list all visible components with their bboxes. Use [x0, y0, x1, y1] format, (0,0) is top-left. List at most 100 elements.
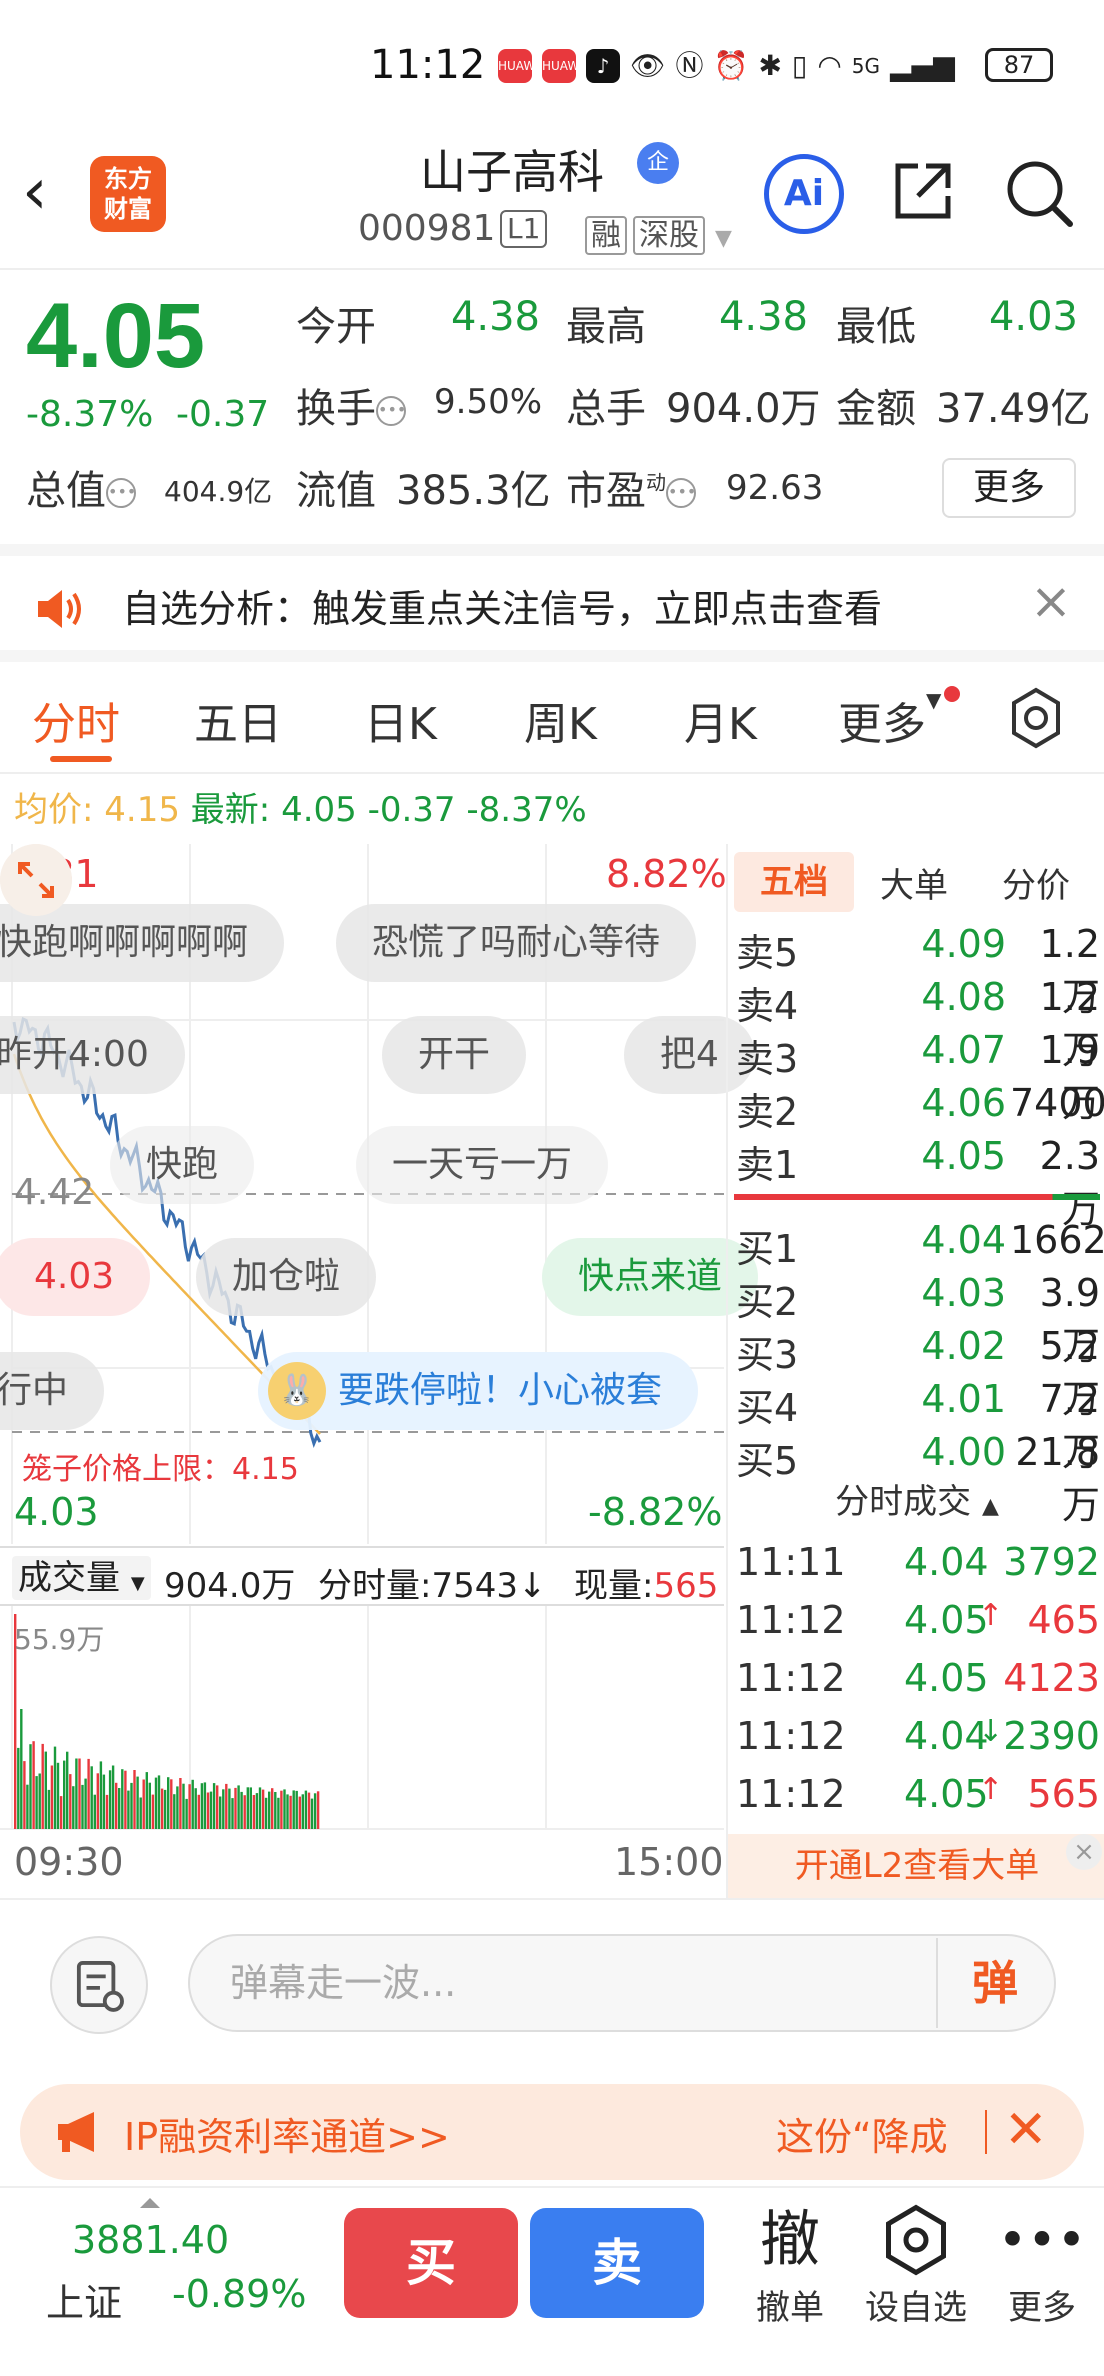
volume-bar: [316, 1791, 320, 1829]
tab-more[interactable]: 更多▼: [838, 688, 941, 752]
close-icon[interactable]: ×: [1066, 1834, 1102, 1870]
sell-button[interactable]: 卖: [530, 2208, 704, 2318]
share-icon[interactable]: [890, 158, 956, 224]
ask-row[interactable]: 卖4 4.08 1.2万: [728, 971, 1104, 1072]
trade-row: 11:11 4.04 3792: [728, 1534, 1104, 1588]
bottom-more-button[interactable]: ••• 更多: [982, 2200, 1102, 2329]
avg-value: 4.15: [104, 790, 180, 830]
bid-row[interactable]: 买2 4.03 3.9万: [728, 1267, 1104, 1368]
close-icon[interactable]: ✕: [1004, 2098, 1048, 2162]
tab-price-dist[interactable]: 分价: [1002, 858, 1070, 907]
open-label: 今开: [296, 304, 376, 350]
danmu-bubble[interactable]: 恐慌了吗耐心等待: [336, 904, 697, 982]
trade-row: 11:12 4.05 4123: [728, 1650, 1104, 1704]
tab-five-day[interactable]: 五日: [194, 688, 282, 752]
bid-volume: 1662: [1010, 1218, 1104, 1262]
latest-value: 4.05: [281, 790, 357, 830]
ask-row[interactable]: 卖5 4.09 1.2万: [728, 918, 1104, 1019]
info-icon: •••: [106, 478, 136, 508]
time-axis-end: 15:00: [614, 1840, 724, 1884]
app-logo[interactable]: 东方 财富: [90, 156, 166, 232]
alert-banner[interactable]: 自选分析：触发重点关注信号，立即点击查看 ×: [0, 544, 1104, 662]
current-volume-value: 565: [653, 1566, 719, 1606]
cancel-order-icon: 撤: [760, 2205, 820, 2275]
cancel-order-button[interactable]: 撤 撤单: [730, 2200, 850, 2329]
bid-row[interactable]: 买4 4.01 7.2万: [728, 1373, 1104, 1474]
trade-price: 4.05: [904, 1598, 989, 1642]
l2-upgrade-banner[interactable]: 开通L2查看大单 ×: [728, 1834, 1104, 1898]
stock-tags[interactable]: 融深股 ▼: [585, 210, 742, 255]
intraday-chart[interactable]: 4.81 8.82% 4.42 快跑啊啊啊啊啊 恐慌了吗耐心等待 昨开4:00 …: [0, 844, 759, 1898]
ask-row[interactable]: 卖1 4.05 2.3万: [728, 1130, 1104, 1231]
low-value: 4.03: [988, 294, 1078, 340]
volume-bar: [35, 1776, 38, 1829]
bid-row[interactable]: 买5 4.00 21.8万: [728, 1426, 1104, 1527]
volume-bar: [47, 1789, 51, 1829]
buy-button[interactable]: 买: [344, 2208, 518, 2318]
tab-weekly-k[interactable]: 周K: [524, 688, 597, 752]
market-cap-label[interactable]: 总值 •••: [26, 458, 136, 516]
danmu-bubble[interactable]: 快跑: [110, 1126, 255, 1204]
turnover-label[interactable]: 换手 •••: [296, 376, 406, 434]
trade-volume: 565: [1027, 1772, 1100, 1816]
quote-panel: 4.05 -8.37% -0.37 今开 4.38 最高 4.38 最低 4.0…: [0, 272, 1104, 542]
volume-bar: [53, 1746, 57, 1829]
danmu-bubble[interactable]: 4.03: [0, 1238, 151, 1316]
danmu-send-button[interactable]: 弹: [936, 1938, 1052, 2028]
pe-label[interactable]: 市盈动 •••: [566, 458, 696, 516]
danmu-list-icon[interactable]: [50, 1936, 148, 2034]
bid-row[interactable]: 买1 4.04 1662: [728, 1214, 1104, 1271]
stock-header: ‹ 东方 财富 山子高科 企 000981 L1 融深股 ▼ Ai: [0, 130, 1104, 270]
index-value[interactable]: 3881.40: [72, 2218, 229, 2262]
danmu-bubble-featured[interactable]: 🐰 要跌停啦！小心被套: [258, 1352, 699, 1430]
trade-row: 11:12 4.05 ↑ 465: [728, 1592, 1104, 1646]
search-icon[interactable]: [1002, 156, 1076, 230]
stock-name[interactable]: 山子高科: [420, 136, 604, 202]
danmu-bubble[interactable]: 一天亏一万: [356, 1126, 609, 1204]
gear-icon[interactable]: [1004, 686, 1068, 750]
tab-indicator: [50, 756, 112, 762]
volume-bar: [246, 1787, 249, 1829]
add-watchlist-button[interactable]: 设自选: [856, 2200, 976, 2329]
ask-price: 4.09: [921, 922, 1006, 966]
volume-indicator-select[interactable]: 成交量 ▼: [12, 1556, 151, 1600]
volume-bar: [90, 1766, 93, 1829]
promo-banner[interactable]: IP融资利率通道>> 这份“降成 ✕: [20, 2084, 1084, 2180]
bid-label: 买1: [736, 1227, 799, 1271]
volume-bar: [44, 1751, 47, 1829]
tab-big-orders[interactable]: 大单: [880, 858, 948, 907]
tab-monthly-k[interactable]: 月K: [684, 688, 757, 752]
enterprise-badge: 企: [637, 142, 679, 184]
ask-price: 4.08: [921, 975, 1006, 1019]
quote-more-button[interactable]: 更多: [942, 458, 1076, 518]
volume-bar: [157, 1775, 161, 1829]
back-icon[interactable]: ‹: [22, 160, 48, 224]
danmu-input[interactable]: 弹幕走一波...: [188, 1934, 1056, 2032]
ask-row[interactable]: 卖3 4.07 1.9万: [728, 1024, 1104, 1125]
expand-icon[interactable]: [0, 844, 72, 916]
danmu-bubble[interactable]: 行中: [0, 1352, 105, 1430]
tab-five-levels[interactable]: 五档: [734, 852, 854, 912]
ask-row[interactable]: 卖2 4.06 7400: [728, 1077, 1104, 1134]
trades-header[interactable]: 分时成交 ▲: [728, 1474, 1104, 1523]
danmu-bubble[interactable]: 开干: [382, 1016, 527, 1094]
volume-bar: [264, 1797, 268, 1829]
volume-bar: [105, 1794, 109, 1829]
bid-row[interactable]: 买3 4.02 5.2万: [728, 1320, 1104, 1421]
ai-assistant-button[interactable]: Ai: [764, 154, 844, 234]
index-name[interactable]: 上证: [46, 2272, 122, 2327]
index-change: -0.89%: [172, 2272, 307, 2316]
tab-daily-k[interactable]: 日K: [364, 688, 437, 752]
ask-price: 4.07: [921, 1028, 1006, 1072]
volume-bar: [75, 1758, 78, 1829]
chart-prev-close: 4.42: [14, 1172, 95, 1213]
danmu-bubble[interactable]: 昨开4:00: [0, 1016, 185, 1094]
low-label: 最低: [836, 304, 916, 350]
caret-up-icon[interactable]: [140, 2198, 160, 2208]
volume-bar: [17, 1747, 20, 1829]
tab-intraday[interactable]: 分时: [32, 688, 120, 752]
danmu-bubble[interactable]: 加仓啦: [196, 1238, 377, 1316]
close-icon[interactable]: ×: [1030, 572, 1072, 630]
danmu-bubble[interactable]: 快跑啊啊啊啊啊: [0, 904, 285, 982]
current-volume-label: 现量:: [574, 1566, 654, 1606]
